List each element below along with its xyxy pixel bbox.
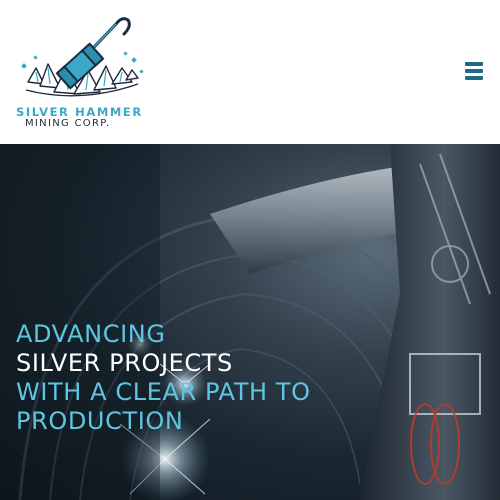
logo-wordmark: SILVER HAMMER	[16, 105, 143, 119]
headline-line-1: ADVANCING	[16, 320, 166, 348]
silver-hammer-icon	[21, 17, 144, 97]
hero-headline: ADVANCING SILVER PROJECTS WITH A CLEAR P…	[16, 320, 311, 436]
headline-line-3: WITH A CLEAR PATH TO	[16, 378, 311, 406]
site-header: SILVER HAMMER MINING CORP.	[0, 0, 500, 144]
hamburger-menu-icon[interactable]	[464, 62, 486, 82]
headline-line-4: PRODUCTION	[16, 407, 184, 435]
headline-line-2: SILVER PROJECTS	[16, 349, 233, 377]
site-logo[interactable]: SILVER HAMMER MINING CORP.	[14, 12, 148, 130]
hero-section: ADVANCING SILVER PROJECTS WITH A CLEAR P…	[0, 144, 500, 500]
logo-subtitle: MINING CORP.	[25, 118, 111, 129]
